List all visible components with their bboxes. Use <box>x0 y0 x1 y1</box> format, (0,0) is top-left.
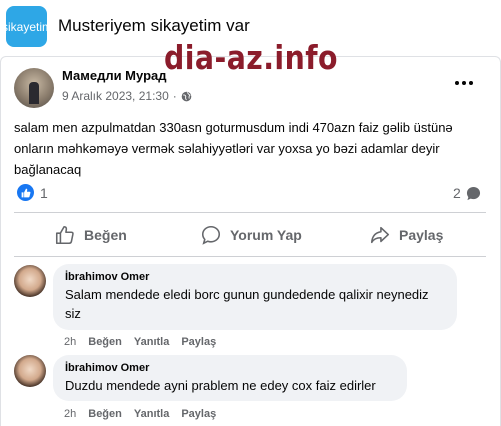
comment-author[interactable]: İbrahimov Omer <box>65 271 445 283</box>
comment-button-label: Yorum Yap <box>230 227 302 243</box>
group-avatar[interactable]: şikayetim v <box>6 6 47 47</box>
comment-time[interactable]: 2h <box>64 408 76 420</box>
comment-bubble: İbrahimov Omer Salam mendede eledi borc … <box>53 264 457 330</box>
divider <box>14 256 486 257</box>
post-text: salam men azpulmatdan 330asn goturmusdum… <box>14 120 453 177</box>
like-button[interactable]: Beğen <box>54 222 127 248</box>
like-button-label: Beğen <box>84 227 127 243</box>
post-author[interactable]: Мамедли Мурад <box>62 68 167 83</box>
comment-bubble: İbrahimov Omer Duzdu mendede ayni prable… <box>53 355 407 401</box>
comment-like-button[interactable]: Beğen <box>88 336 122 348</box>
comment-share-button[interactable]: Paylaş <box>181 336 216 348</box>
share-button[interactable]: Paylaş <box>369 222 443 248</box>
share-icon <box>370 226 390 244</box>
comment-reply-button[interactable]: Yanıtla <box>134 336 169 348</box>
like-count[interactable]: 1 <box>40 185 48 201</box>
author-avatar[interactable] <box>14 68 54 108</box>
comment-actions: 2h Beğen Yanıtla Paylaş <box>64 408 228 420</box>
comment-reply-button[interactable]: Yanıtla <box>134 408 169 420</box>
comment-text: Salam mendede eledi borc gunun gundedend… <box>65 287 429 321</box>
group-avatar-text: şikayetim v <box>6 19 47 34</box>
like-reaction-icon[interactable] <box>17 184 34 201</box>
comment-icon <box>201 225 221 245</box>
commenter-avatar[interactable] <box>14 265 46 297</box>
comment-actions: 2h Beğen Yanıtla Paylaş <box>64 336 228 348</box>
comment-author[interactable]: İbrahimov Omer <box>65 362 395 374</box>
comment-bubble-icon[interactable] <box>466 186 481 201</box>
commenter-avatar[interactable] <box>14 355 46 387</box>
dot-icon <box>462 81 466 85</box>
more-options-button[interactable] <box>452 76 476 90</box>
comment-text: Duzdu mendede ayni prablem ne edey cox f… <box>65 378 376 393</box>
dot-icon <box>455 81 459 85</box>
comment-button[interactable]: Yorum Yap <box>200 222 302 248</box>
post-date[interactable]: 9 Aralık 2023, 21:30 <box>62 89 169 103</box>
dot-icon <box>469 81 473 85</box>
comment-time[interactable]: 2h <box>64 336 76 348</box>
comment-share-button[interactable]: Paylaş <box>181 408 216 420</box>
comment-like-button[interactable]: Beğen <box>88 408 122 420</box>
comment-count[interactable]: 2 <box>453 185 461 201</box>
watermark: dia-az.info <box>164 38 338 77</box>
share-button-label: Paylaş <box>399 227 444 243</box>
thumbs-up-icon <box>55 225 74 245</box>
post-meta: 9 Aralık 2023, 21:30 · <box>62 89 192 103</box>
thumbs-up-icon <box>21 188 30 197</box>
globe-icon <box>181 91 192 101</box>
meta-separator: · <box>172 89 177 103</box>
divider <box>14 212 486 213</box>
group-name[interactable]: Musteriyem sikayetim var <box>58 16 250 36</box>
